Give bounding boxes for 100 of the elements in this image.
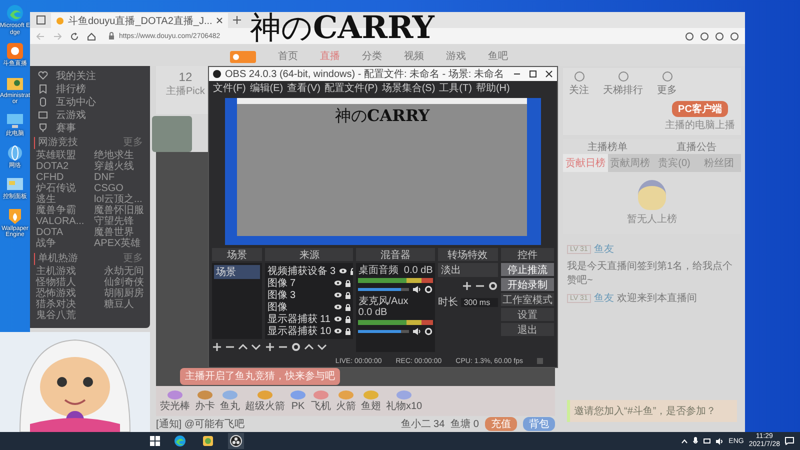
- sidebar-item[interactable]: 互动中心: [34, 95, 146, 108]
- source-item[interactable]: 图像 7: [267, 276, 332, 290]
- control-button[interactable]: 停止推流: [500, 263, 554, 276]
- sidebar-item[interactable]: 云游戏: [34, 108, 146, 121]
- lock-icon[interactable]: [345, 292, 352, 298]
- more-link[interactable]: 更多: [123, 137, 143, 149]
- eye-icon[interactable]: [334, 304, 342, 310]
- control-button[interactable]: 退出: [500, 323, 554, 336]
- browser-tab[interactable]: 斗鱼douyu直播_DOTA2直播_J...: [51, 13, 228, 28]
- rank-tab[interactable]: 贡献周榜: [608, 154, 652, 172]
- sidebar-item[interactable]: 我的关注: [34, 69, 146, 82]
- eye-icon[interactable]: [334, 328, 342, 334]
- user-name[interactable]: 鱼友: [594, 291, 614, 305]
- game-link[interactable]: APEX英雄: [94, 238, 144, 249]
- gift-item[interactable]: 鱼翅: [361, 390, 381, 412]
- move-down-icon[interactable]: [251, 342, 261, 352]
- gift-item[interactable]: 礼物x10: [386, 390, 422, 412]
- game-link[interactable]: DOTA2: [36, 161, 84, 172]
- menu-item[interactable]: 工具(T): [439, 81, 472, 95]
- game-link[interactable]: 炉石传说: [36, 183, 84, 194]
- nav-link[interactable]: 视频: [404, 49, 424, 63]
- rank-link[interactable]: 直播公告: [676, 140, 716, 154]
- tab-actions-icon[interactable]: [36, 15, 46, 25]
- nav-link[interactable]: 首页: [278, 49, 298, 63]
- game-link[interactable]: 绝地求生: [94, 150, 144, 161]
- control-button[interactable]: 设置: [500, 308, 554, 321]
- sidebar-item[interactable]: 排行榜: [34, 82, 146, 95]
- game-link[interactable]: 魔兽争霸: [36, 205, 84, 216]
- control-button[interactable]: 工作室模式: [500, 293, 554, 306]
- speaker-icon[interactable]: [412, 285, 421, 294]
- menu-item[interactable]: 查看(V): [287, 81, 320, 95]
- gift-item[interactable]: 超级火箭: [245, 390, 285, 412]
- gift-item[interactable]: PK: [290, 390, 306, 412]
- control-button[interactable]: 开始录制: [500, 278, 554, 291]
- nav-link[interactable]: 分类: [362, 49, 382, 63]
- app-icon[interactable]: [200, 433, 216, 449]
- game-link[interactable]: 鬼谷八荒: [36, 310, 76, 321]
- new-tab-icon[interactable]: [233, 16, 242, 24]
- game-link[interactable]: 恐怖游戏: [36, 288, 76, 299]
- game-link[interactable]: 战争: [36, 238, 84, 249]
- game-link[interactable]: 穿越火线: [94, 161, 144, 172]
- game-link[interactable]: 糖豆人: [104, 299, 144, 310]
- action-button[interactable]: 关注: [569, 71, 589, 97]
- game-link[interactable]: 魔兽世界: [94, 227, 144, 238]
- network-icon[interactable]: [702, 438, 711, 444]
- notification-icon[interactable]: [785, 437, 794, 445]
- gift-item[interactable]: 火箭: [336, 390, 356, 412]
- move-up-icon[interactable]: [238, 342, 248, 352]
- rank-tab[interactable]: 贵宾(0): [652, 154, 696, 172]
- menu-item[interactable]: 文件(F): [213, 81, 246, 95]
- game-link[interactable]: DOTA: [36, 227, 84, 238]
- game-link[interactable]: DNF: [94, 172, 144, 183]
- gift-item[interactable]: 飞机: [311, 390, 331, 412]
- eye-icon[interactable]: [334, 316, 342, 322]
- transition-select[interactable]: 淡出: [438, 263, 498, 277]
- game-link[interactable]: CSGO: [94, 183, 144, 194]
- game-link[interactable]: VALORA...: [36, 216, 84, 227]
- chevron-up-icon[interactable]: [680, 438, 688, 444]
- speaker-icon[interactable]: [716, 438, 724, 444]
- more-link[interactable]: 更多: [123, 253, 143, 265]
- speaker-icon[interactable]: [412, 327, 421, 336]
- reload-icon[interactable]: [70, 32, 79, 40]
- gift-item[interactable]: 荧光棒: [160, 390, 190, 412]
- eye-icon[interactable]: [338, 268, 347, 274]
- monitor-icon[interactable]: [6, 112, 24, 130]
- maximize-icon[interactable]: [529, 70, 537, 78]
- game-link[interactable]: 猎杀对决: [36, 299, 76, 310]
- game-link[interactable]: 怪物猎人: [36, 277, 76, 288]
- action-button[interactable]: 更多: [657, 71, 677, 97]
- source-item[interactable]: 显示器捕获 10: [267, 324, 332, 338]
- add-icon[interactable]: [462, 281, 472, 291]
- game-link[interactable]: 主机游戏: [36, 266, 76, 277]
- game-link[interactable]: 仙剑奇侠: [104, 277, 144, 288]
- edge-icon[interactable]: [172, 433, 188, 449]
- source-item[interactable]: 显示器捕获 11: [267, 312, 332, 326]
- source-item[interactable]: 视频捕获设备 3: [267, 264, 336, 278]
- lock-icon[interactable]: [345, 304, 352, 310]
- app-icon[interactable]: [6, 42, 24, 60]
- nav-link[interactable]: 游戏: [446, 49, 466, 63]
- microphone-icon[interactable]: [692, 437, 698, 445]
- action-button[interactable]: 天梯排行: [603, 71, 643, 97]
- footer-button[interactable]: 充值: [485, 417, 517, 431]
- home-icon[interactable]: [87, 32, 96, 40]
- game-link[interactable]: lol云顶之...: [94, 194, 144, 205]
- sidebar-item[interactable]: 赛事: [34, 121, 146, 134]
- add-icon[interactable]: [212, 342, 222, 352]
- eye-icon[interactable]: [334, 280, 342, 286]
- move-up-icon[interactable]: [304, 342, 314, 352]
- game-link[interactable]: 英雄联盟: [36, 150, 84, 161]
- close-icon[interactable]: [545, 70, 553, 78]
- lock-icon[interactable]: [345, 280, 352, 286]
- rank-tab[interactable]: 贡献日榜: [563, 154, 608, 172]
- source-item[interactable]: 图像 3: [267, 288, 332, 302]
- flame-icon[interactable]: [6, 206, 24, 225]
- scene-item[interactable]: 场景: [214, 265, 260, 279]
- game-link[interactable]: 魔兽怀旧服: [94, 205, 144, 216]
- windows-start-icon[interactable]: [150, 436, 160, 446]
- game-link[interactable]: 逃生: [36, 194, 84, 205]
- rank-tab[interactable]: 粉丝团: [696, 154, 741, 172]
- rank-link[interactable]: 主播榜单: [588, 140, 628, 154]
